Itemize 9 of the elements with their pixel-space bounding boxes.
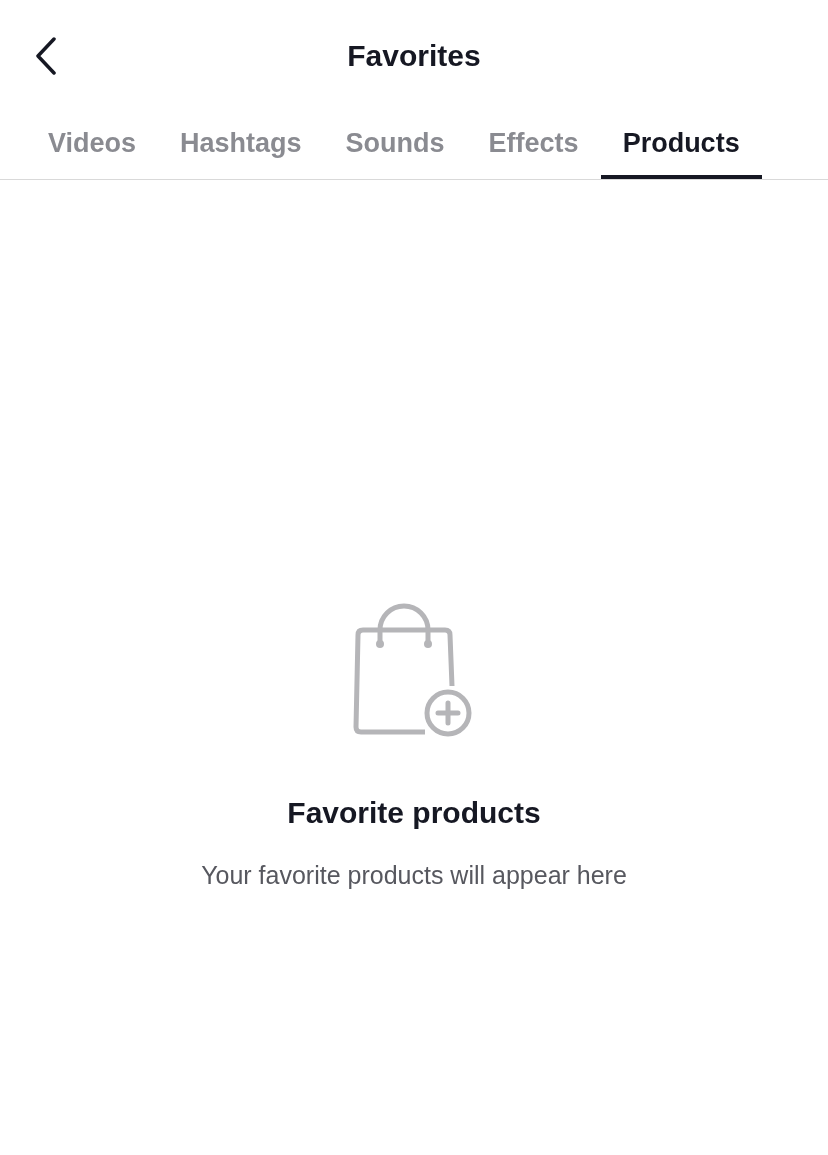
page-title: Favorites xyxy=(347,37,481,74)
empty-state-title: Favorite products xyxy=(287,795,541,831)
tab[interactable]: Effects xyxy=(466,110,601,179)
tab[interactable]: Videos xyxy=(26,110,159,179)
tab[interactable]: Products xyxy=(600,110,762,179)
back-icon xyxy=(34,37,58,75)
tab[interactable]: Hashtags xyxy=(158,110,324,179)
tab[interactable]: Sounds xyxy=(323,110,467,179)
empty-state-message: Your favorite products will appear here xyxy=(201,860,627,891)
